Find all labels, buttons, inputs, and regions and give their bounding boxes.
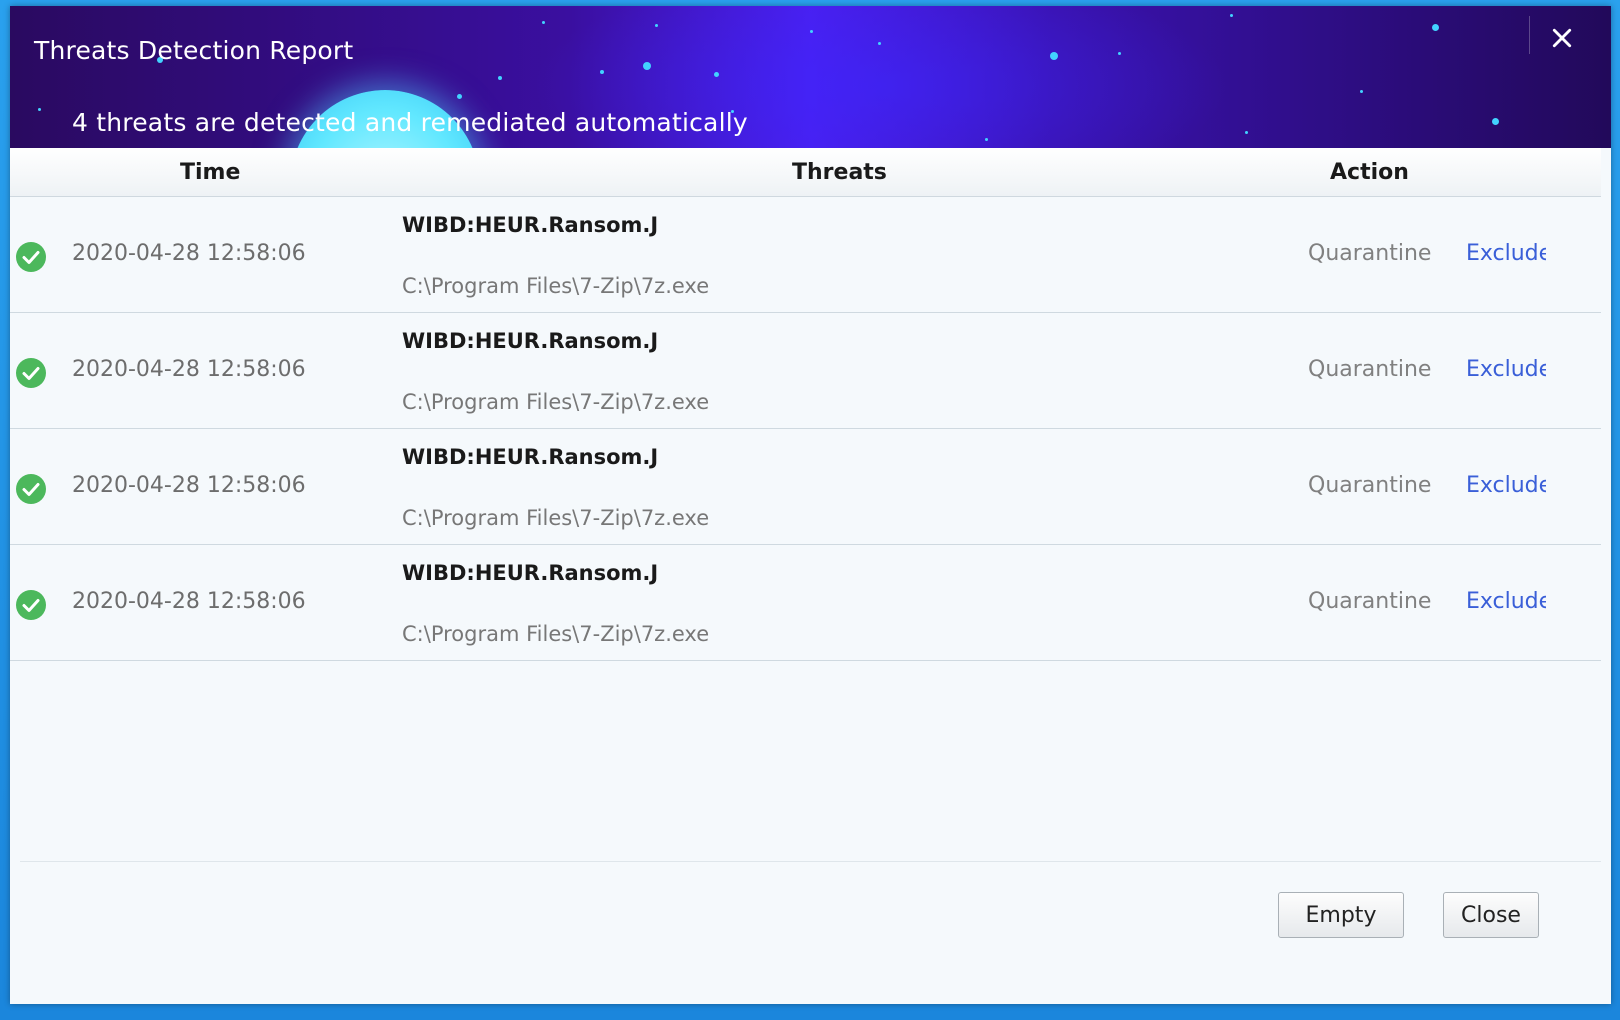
- row-time: 2020-04-28 12:58:06: [72, 357, 306, 382]
- star-decoration: [38, 108, 41, 111]
- close-window-button[interactable]: [1540, 18, 1584, 58]
- window-title: Threats Detection Report: [34, 36, 354, 65]
- close-icon: [1552, 28, 1572, 48]
- check-circle-icon: [16, 590, 46, 620]
- star-decoration: [1360, 90, 1363, 93]
- row-time: 2020-04-28 12:58:06: [72, 473, 306, 498]
- star-decoration: [498, 76, 502, 80]
- close-button[interactable]: Close: [1443, 892, 1539, 938]
- window-header: Threats Detection Report 4 threats are d…: [10, 6, 1611, 148]
- star-decoration: [1118, 52, 1121, 55]
- row-exclude-link[interactable]: Exclude: [1466, 473, 1546, 498]
- row-threat-path: C:\Program Files\7-Zip\7z.exe: [402, 622, 710, 646]
- row-threat-name: WIBD:HEUR.Ransom.J: [402, 213, 659, 237]
- row-threat-name: WIBD:HEUR.Ransom.J: [402, 561, 659, 585]
- star-decoration: [1492, 118, 1499, 125]
- row-time: 2020-04-28 12:58:06: [72, 241, 306, 266]
- threats-report-window: Threats Detection Report 4 threats are d…: [10, 6, 1611, 1004]
- star-decoration: [600, 70, 604, 74]
- row-exclude-link[interactable]: Exclude: [1466, 357, 1546, 382]
- row-action: Quarantine: [1308, 473, 1432, 498]
- row-exclude-link[interactable]: Exclude: [1466, 589, 1546, 614]
- star-decoration: [457, 94, 462, 99]
- check-circle-icon: [16, 242, 46, 272]
- row-threat-name: WIBD:HEUR.Ransom.J: [402, 445, 659, 469]
- check-circle-icon: [16, 474, 46, 504]
- row-exclude-link[interactable]: Exclude: [1466, 241, 1546, 266]
- table-header: Time Threats Action: [10, 148, 1601, 197]
- row-action: Quarantine: [1308, 357, 1432, 382]
- column-header-action[interactable]: Action: [1330, 160, 1409, 185]
- table-row[interactable]: 2020-04-28 12:58:06 WIBD:HEUR.Ransom.J C…: [10, 197, 1601, 313]
- star-decoration: [1432, 24, 1439, 31]
- table-row[interactable]: 2020-04-28 12:58:06 WIBD:HEUR.Ransom.J C…: [10, 429, 1601, 545]
- row-threat-path: C:\Program Files\7-Zip\7z.exe: [402, 390, 710, 414]
- row-threat-path: C:\Program Files\7-Zip\7z.exe: [402, 274, 710, 298]
- star-decoration: [878, 42, 881, 45]
- star-decoration: [985, 138, 988, 141]
- row-threat-path: C:\Program Files\7-Zip\7z.exe: [402, 506, 710, 530]
- star-decoration: [1050, 52, 1058, 60]
- row-time: 2020-04-28 12:58:06: [72, 589, 306, 614]
- star-decoration: [655, 24, 658, 27]
- table-row[interactable]: 2020-04-28 12:58:06 WIBD:HEUR.Ransom.J C…: [10, 313, 1601, 429]
- star-decoration: [1230, 14, 1233, 17]
- star-decoration: [643, 62, 651, 70]
- star-decoration: [714, 72, 719, 77]
- star-decoration: [810, 30, 813, 33]
- header-separator: [1529, 16, 1530, 54]
- footer-divider: [20, 861, 1601, 862]
- column-header-threats[interactable]: Threats: [792, 160, 887, 185]
- threats-summary: 4 threats are detected and remediated au…: [72, 108, 748, 137]
- threats-table-body: 2020-04-28 12:58:06 WIBD:HEUR.Ransom.J C…: [10, 197, 1601, 661]
- table-row[interactable]: 2020-04-28 12:58:06 WIBD:HEUR.Ransom.J C…: [10, 545, 1601, 661]
- empty-button[interactable]: Empty: [1278, 892, 1404, 938]
- row-action: Quarantine: [1308, 589, 1432, 614]
- row-threat-name: WIBD:HEUR.Ransom.J: [402, 329, 659, 353]
- star-decoration: [542, 21, 545, 24]
- check-circle-icon: [16, 358, 46, 388]
- row-action: Quarantine: [1308, 241, 1432, 266]
- star-decoration: [1245, 131, 1248, 134]
- column-header-time[interactable]: Time: [180, 160, 240, 185]
